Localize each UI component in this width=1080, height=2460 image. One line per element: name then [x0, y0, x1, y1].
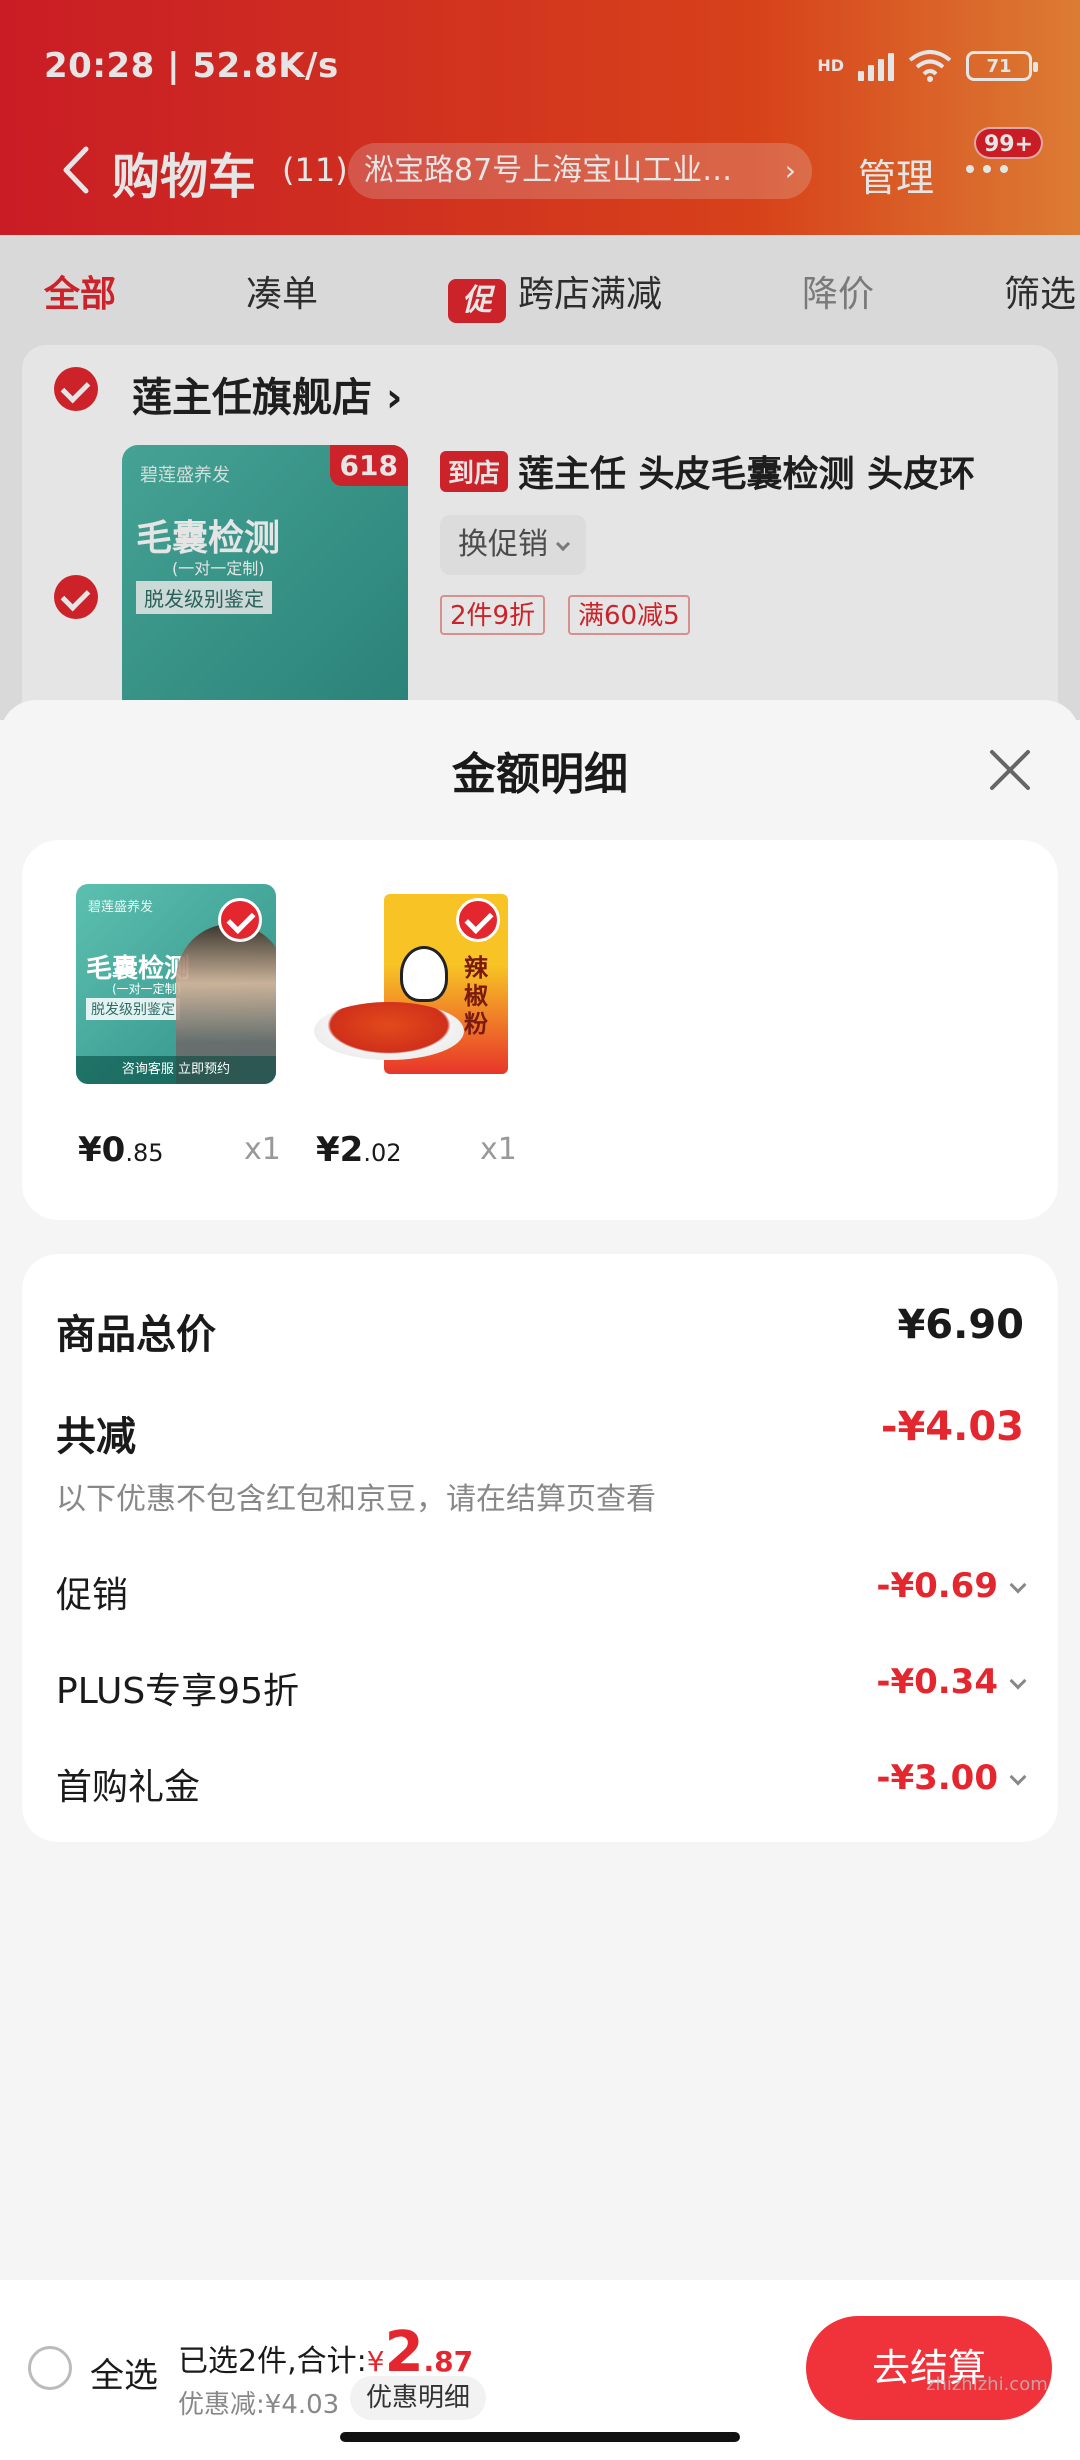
- thumbnail-sub-text: (一对一定制): [112, 982, 182, 996]
- discount-line-value: -¥0.34: [876, 1662, 998, 1702]
- item-price-int: ¥2: [316, 1130, 364, 1170]
- discount-line-label: PLUS专享95折: [56, 1671, 299, 1712]
- item-price: ¥2.02: [316, 1130, 402, 1170]
- selected-check-icon: [218, 898, 262, 942]
- item-price: ¥0.85: [78, 1130, 164, 1170]
- item-thumbnail-hair-test[interactable]: 碧莲盛养发 毛囊检测 (一对一定制) 脱发级别鉴定 咨询客服 立即预约: [76, 884, 276, 1084]
- discount-line-value-wrap: -¥0.34: [876, 1662, 1027, 1702]
- discount-line-value-wrap: -¥0.69: [876, 1566, 1027, 1606]
- sheet-title: 金额明细: [452, 749, 628, 800]
- total-price-label: 商品总价: [56, 1312, 216, 1358]
- chevron-down-icon: [1009, 1768, 1027, 1786]
- total-price-row: 商品总价 ¥6.90: [56, 1302, 1024, 1358]
- select-all-checkbox[interactable]: [28, 2346, 72, 2390]
- discount-line-value: -¥3.00: [876, 1758, 998, 1798]
- total-price-value: ¥6.90: [897, 1302, 1024, 1348]
- cart-page-background: 20:28 | 52.8K/s HD 71 购物车 (11) 淞宝路87号上海宝…: [0, 0, 1080, 720]
- discount-line-promo[interactable]: 促销 -¥0.69: [56, 1566, 1027, 1616]
- total-reduction-label: 共减: [56, 1414, 136, 1460]
- discount-line-plus[interactable]: PLUS专享95折 -¥0.34: [56, 1662, 1027, 1712]
- discount-detail-button[interactable]: 优惠明细: [350, 2376, 487, 2420]
- discount-line-value: -¥0.69: [876, 1566, 998, 1606]
- discount-line-label: 促销: [56, 1575, 129, 1616]
- total-amount-dec: .87: [423, 2345, 474, 2378]
- discount-summary: 优惠减:¥4.03: [178, 2390, 340, 2420]
- checkout-button[interactable]: 去结算: [806, 2316, 1052, 2420]
- chevron-down-icon: [1009, 1672, 1027, 1690]
- selected-items-card: 碧莲盛养发 毛囊检测 (一对一定制) 脱发级别鉴定 咨询客服 立即预约 辣椒粉 …: [22, 840, 1058, 1220]
- thumbnail-caption: 脱发级别鉴定: [86, 998, 180, 1020]
- chili-bowl: [314, 1002, 464, 1060]
- selected-check-icon: [456, 898, 500, 942]
- discount-line-first-purchase[interactable]: 首购礼金 -¥3.00: [56, 1758, 1027, 1808]
- discount-line-label: 首购礼金: [56, 1767, 201, 1808]
- item-price-dec: .02: [363, 1139, 402, 1167]
- watermark: zhizhizhi.com: [926, 2374, 1048, 2395]
- thumbnail-footer: 咨询客服 立即预约: [76, 1056, 276, 1084]
- dim-overlay[interactable]: [0, 0, 1080, 720]
- item-price-dec: .85: [125, 1139, 164, 1167]
- discount-line-value-wrap: -¥3.00: [876, 1758, 1027, 1798]
- selected-count-text: 已选2件,合计:: [178, 2344, 367, 2379]
- item-thumbnail-chili-powder[interactable]: 辣椒粉: [314, 884, 514, 1084]
- thumbnail-brand: 碧莲盛养发: [88, 900, 154, 915]
- item-quantity: x1: [244, 1132, 281, 1167]
- chili-label-text: 辣椒粉: [464, 954, 488, 1038]
- total-reduction-value: -¥4.03: [880, 1404, 1024, 1450]
- home-indicator[interactable]: [340, 2432, 740, 2442]
- total-reduction-row: 共减 -¥4.03: [56, 1404, 1024, 1460]
- amount-detail-sheet: 金额明细 碧莲盛养发 毛囊检测 (一对一定制) 脱发级别鉴定 咨询客服 立即预约…: [0, 700, 1080, 2280]
- total-currency: ¥: [366, 2345, 385, 2378]
- discount-note: 以下优惠不包含红包和京豆，请在结算页查看: [56, 1482, 656, 1517]
- close-icon[interactable]: [982, 742, 1038, 798]
- item-price-int: ¥0: [78, 1130, 126, 1170]
- chevron-down-icon: [1009, 1576, 1027, 1594]
- item-quantity: x1: [480, 1132, 517, 1167]
- price-summary-card: 商品总价 ¥6.90 共减 -¥4.03 以下优惠不包含红包和京豆，请在结算页查…: [22, 1254, 1058, 1842]
- select-all-label[interactable]: 全选: [90, 2348, 158, 2397]
- chili-mascot-icon: [400, 946, 448, 1002]
